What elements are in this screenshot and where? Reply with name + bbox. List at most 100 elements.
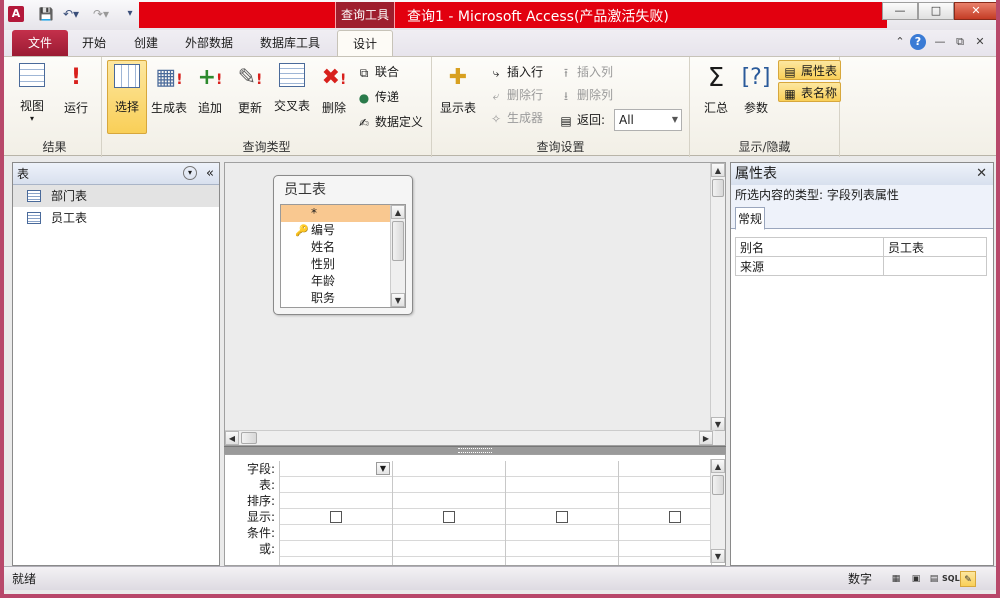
customize-qat-icon[interactable]: ▾ xyxy=(122,6,138,22)
undo-icon[interactable]: ↶▾ xyxy=(60,6,82,22)
totals-button[interactable]: Σ 汇总 xyxy=(696,60,736,134)
delete-columns-button[interactable]: ⭳ 删除列 xyxy=(558,85,613,105)
field-cell[interactable] xyxy=(393,461,505,477)
table-cell[interactable] xyxy=(619,477,711,493)
canvas-vertical-scrollbar[interactable]: ▲ ▼ xyxy=(710,163,725,431)
save-icon[interactable]: 💾 xyxy=(38,6,54,22)
builder-button[interactable]: ✧ 生成器 xyxy=(488,108,543,128)
scroll-thumb[interactable] xyxy=(392,221,404,261)
scroll-right-icon[interactable]: ▶ xyxy=(699,431,713,445)
scroll-up-icon[interactable]: ▲ xyxy=(711,459,725,473)
doc-minimize-icon[interactable]: — xyxy=(932,34,948,50)
scroll-up-icon[interactable]: ▲ xyxy=(391,205,405,219)
or-cell[interactable] xyxy=(506,541,618,557)
field-cell[interactable] xyxy=(619,461,711,477)
sort-cell[interactable] xyxy=(619,493,711,509)
sort-cell[interactable] xyxy=(506,493,618,509)
field-list-scrollbar[interactable]: ▲ ▼ xyxy=(390,205,405,307)
field-all[interactable]: * xyxy=(281,205,391,222)
or-cell[interactable] xyxy=(393,541,505,557)
append-button[interactable]: +! 追加 xyxy=(190,60,230,134)
parameters-button[interactable]: [?] 参数 xyxy=(736,60,776,134)
passthrough-button[interactable]: ● 传递 xyxy=(356,87,399,107)
table-cell[interactable] xyxy=(393,477,505,493)
data-definition-button[interactable]: ✍ 数据定义 xyxy=(356,112,423,132)
run-button[interactable]: ! 运行 xyxy=(56,60,96,134)
nav-item-employee-table[interactable]: 员工表 xyxy=(13,207,219,229)
scroll-thumb[interactable] xyxy=(712,179,724,197)
nav-item-dept-table[interactable]: 部门表 xyxy=(13,185,219,207)
update-button[interactable]: ✎! 更新 xyxy=(230,60,270,134)
canvas-horizontal-scrollbar[interactable]: ◀ ▶ xyxy=(225,430,715,445)
scroll-down-icon[interactable]: ▼ xyxy=(711,549,725,563)
criteria-cell[interactable] xyxy=(506,525,618,541)
grid-vertical-scrollbar[interactable]: ▲ ▼ xyxy=(710,459,725,563)
criteria-cell[interactable] xyxy=(393,525,505,541)
show-checkbox[interactable] xyxy=(669,511,681,523)
doc-close-icon[interactable]: ✕ xyxy=(972,34,988,50)
maximize-button[interactable]: □ xyxy=(918,2,954,20)
criteria-cell[interactable] xyxy=(280,525,392,541)
scroll-thumb[interactable] xyxy=(241,432,257,444)
scroll-thumb[interactable] xyxy=(712,475,724,495)
field-cell[interactable]: ▼ xyxy=(280,461,392,477)
query-design-canvas[interactable]: 员工表 * 🔑 编号 姓名 性别 年龄 职务 ▲ ▼ ▲ ▼ ◀ ▶ xyxy=(224,162,726,446)
property-value-input[interactable] xyxy=(883,256,987,276)
make-table-button[interactable]: ▦! 生成表 xyxy=(149,60,189,134)
show-checkbox[interactable] xyxy=(330,511,342,523)
field-cell[interactable] xyxy=(506,461,618,477)
or-cell[interactable] xyxy=(280,541,392,557)
tab-external-data[interactable]: 外部数据 xyxy=(179,30,239,56)
close-button[interactable]: ✕ xyxy=(954,2,996,20)
show-checkbox[interactable] xyxy=(443,511,455,523)
sort-cell[interactable] xyxy=(393,493,505,509)
field-age[interactable]: 年龄 xyxy=(281,273,391,290)
field-position[interactable]: 职务 xyxy=(281,290,391,307)
union-button[interactable]: ⧉ 联合 xyxy=(356,62,399,82)
property-sheet-button[interactable]: ▤ 属性表 xyxy=(778,60,842,80)
view-button[interactable]: 视图 ▾ xyxy=(12,60,52,134)
table-cell[interactable] xyxy=(280,477,392,493)
datasheet-view-icon[interactable]: ▦ xyxy=(888,571,904,587)
table-cell[interactable] xyxy=(506,477,618,493)
property-value-input[interactable]: 员工表 xyxy=(883,237,987,257)
scroll-down-icon[interactable]: ▼ xyxy=(711,417,725,431)
design-view-icon[interactable]: ✎ xyxy=(960,571,976,587)
tab-file[interactable]: 文件 xyxy=(12,30,68,56)
scroll-up-icon[interactable]: ▲ xyxy=(711,163,725,177)
field-list-title[interactable]: 员工表 xyxy=(274,176,412,204)
show-checkbox[interactable] xyxy=(556,511,568,523)
shutter-bar-close-icon[interactable]: « xyxy=(206,163,214,185)
redo-icon[interactable]: ↷▾ xyxy=(90,6,112,22)
minimize-button[interactable]: — xyxy=(882,2,918,20)
sql-view-button[interactable]: SQL xyxy=(942,571,960,587)
scroll-down-icon[interactable]: ▼ xyxy=(391,293,405,307)
minimize-ribbon-icon[interactable]: ⌃ xyxy=(892,34,908,50)
table-names-button[interactable]: ▦ 表名称 xyxy=(778,82,842,102)
close-icon[interactable]: ✕ xyxy=(976,163,987,185)
tab-design[interactable]: 设计 xyxy=(337,30,393,56)
access-app-icon[interactable]: A xyxy=(8,6,24,22)
nav-menu-chevron-icon[interactable]: ▾ xyxy=(183,166,197,180)
select-query-button[interactable]: 选择 xyxy=(107,60,147,134)
insert-columns-button[interactable]: ⭱ 插入列 xyxy=(558,62,613,82)
sort-cell[interactable] xyxy=(280,493,392,509)
doc-restore-icon[interactable]: ⧉ xyxy=(952,34,968,50)
insert-rows-button[interactable]: ⤷ 插入行 xyxy=(488,62,543,82)
field-gender[interactable]: 性别 xyxy=(281,256,391,273)
nav-pane-header[interactable]: 表 ▾ « xyxy=(13,163,219,185)
help-icon[interactable]: ? xyxy=(910,34,926,50)
tab-create[interactable]: 创建 xyxy=(128,30,164,56)
chevron-down-icon[interactable]: ▼ xyxy=(376,462,390,475)
return-select[interactable]: All ▼ xyxy=(614,109,682,131)
field-list-employee[interactable]: 员工表 * 🔑 编号 姓名 性别 年龄 职务 ▲ ▼ xyxy=(273,175,413,315)
tab-home[interactable]: 开始 xyxy=(76,30,112,56)
pane-splitter[interactable] xyxy=(224,446,726,454)
field-name[interactable]: 姓名 xyxy=(281,239,391,256)
delete-button[interactable]: ✖! 删除 xyxy=(314,60,354,134)
or-cell[interactable] xyxy=(619,541,711,557)
show-table-button[interactable]: ✚ 显示表 xyxy=(436,60,480,134)
crosstab-button[interactable]: 交叉表 xyxy=(272,60,312,134)
pivot-table-icon[interactable]: ▣ xyxy=(908,571,924,587)
scroll-left-icon[interactable]: ◀ xyxy=(225,431,239,445)
